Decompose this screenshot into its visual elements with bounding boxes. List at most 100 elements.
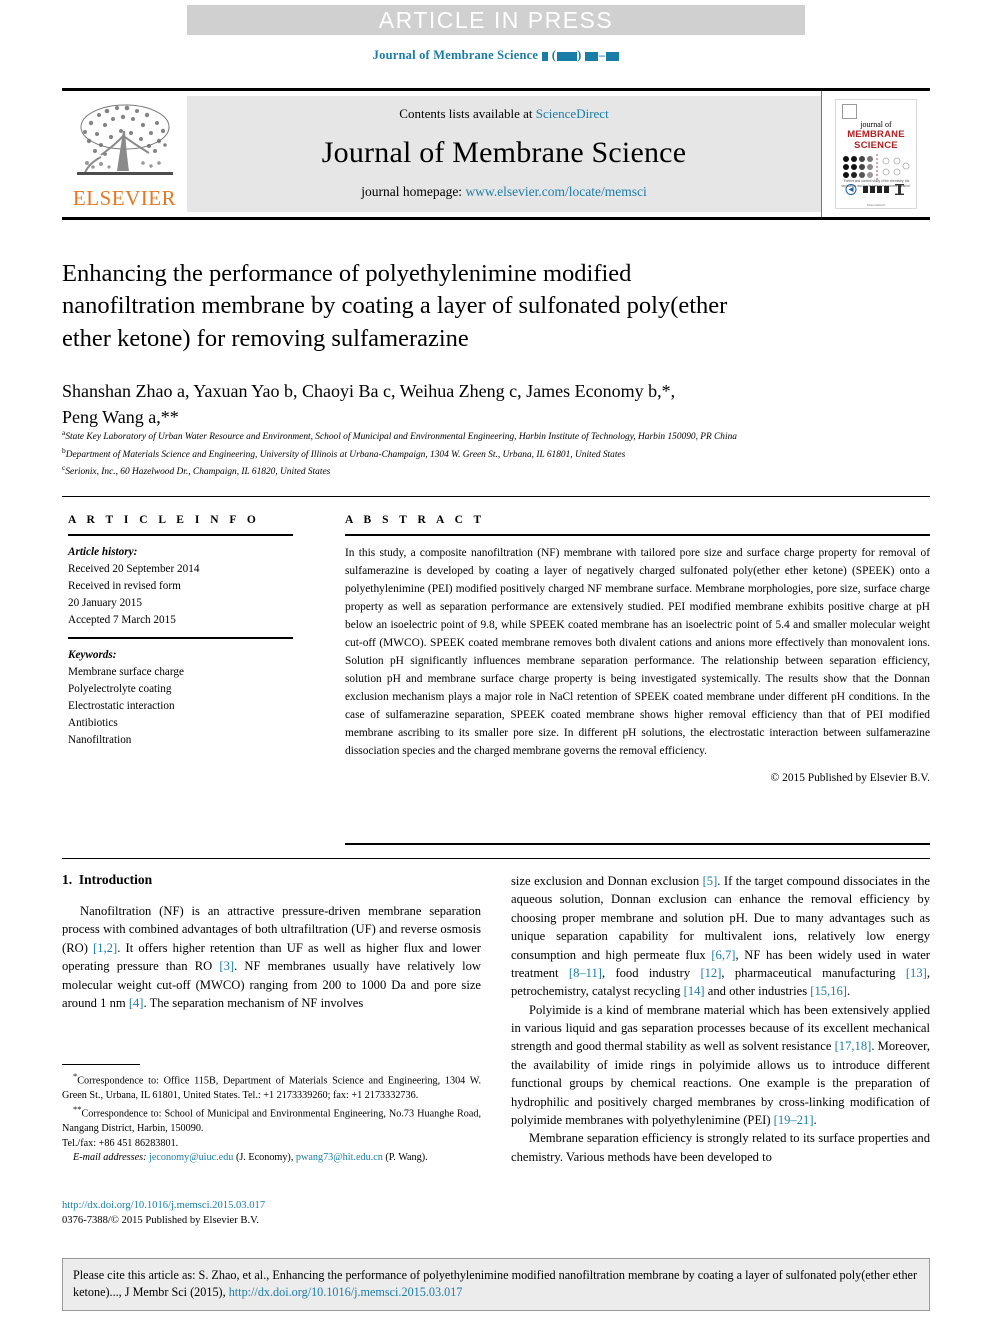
- cover-membrane-graphic: [841, 154, 911, 182]
- affiliation-item: cSerionix, Inc., 60 Hazelwood Dr., Champ…: [62, 462, 930, 480]
- keywords-block: Keywords: Membrane surface charge Polyel…: [68, 647, 293, 749]
- citation-ref[interactable]: [15,16]: [810, 984, 847, 998]
- citation-ref[interactable]: [4]: [129, 996, 144, 1010]
- keyword-item: Electrostatic interaction: [68, 700, 175, 713]
- running-head-volume-placeholder: () –: [541, 48, 619, 62]
- author-list: Shanshan Zhao a, Yaxuan Yao b, Chaoyi Ba…: [62, 378, 892, 430]
- please-cite-box: Please cite this article as: S. Zhao, et…: [62, 1258, 930, 1312]
- journal-running-head: Journal of Membrane Science () –: [0, 48, 992, 63]
- affiliation-item: bDepartment of Materials Science and Eng…: [62, 445, 930, 463]
- email-link-economy[interactable]: jeconomy@uiuc.edu: [149, 1152, 233, 1163]
- paragraph-text: .: [813, 1112, 817, 1127]
- affiliation-list: aState Key Laboratory of Urban Water Res…: [62, 427, 930, 480]
- cover-line-1: journal of: [860, 120, 892, 129]
- cover-icon-row: [836, 182, 916, 200]
- email-line: E-mail addresses: jeconomy@uiuc.edu (J. …: [62, 1151, 481, 1165]
- email-name-economy: (J. Economy),: [235, 1152, 294, 1164]
- citation-ref[interactable]: [17,18]: [835, 1039, 872, 1053]
- footnote-marker: **: [73, 1104, 82, 1115]
- cover-footer: ScienceDirect: [866, 203, 886, 207]
- article-info-heading: A R T I C L E I N F O: [68, 514, 260, 526]
- cover-line-2: MEMBRANE: [847, 129, 905, 140]
- footnote-item: **Correspondence to: School of Municipal…: [62, 1103, 481, 1136]
- body-column-left: 1. Introduction Nanofiltration (NF) is a…: [62, 872, 481, 1012]
- keywords-label: Keywords:: [68, 649, 117, 662]
- paragraph: Nanofiltration (NF) is an attractive pre…: [62, 902, 481, 1012]
- abstract-heading: A B S T R A C T: [345, 514, 486, 526]
- info-band-top-rule: [62, 496, 930, 497]
- contents-prefix: Contents lists available at: [399, 106, 533, 121]
- citation-ref[interactable]: [3]: [219, 959, 234, 973]
- article-history-item: Received in revised form: [68, 580, 181, 593]
- citation-ref[interactable]: [19–21]: [774, 1113, 814, 1127]
- article-in-press-banner: ARTICLE IN PRESS: [187, 5, 805, 35]
- section-heading-introduction: 1. Introduction: [62, 872, 481, 888]
- affiliation-item: aState Key Laboratory of Urban Water Res…: [62, 427, 930, 445]
- paragraph: size exclusion and Donnan exclusion [5].…: [511, 872, 930, 1001]
- abstract-copyright: © 2015 Published by Elsevier B.V.: [770, 772, 930, 785]
- sciencedirect-link[interactable]: ScienceDirect: [536, 106, 609, 121]
- elsevier-tree-icon: [71, 101, 179, 187]
- citation-ref[interactable]: [6,7]: [711, 948, 735, 962]
- email-label: E-mail addresses:: [73, 1152, 147, 1164]
- paragraph-text: and other industries: [704, 984, 811, 999]
- paragraph: Polyimide is a kind of membrane material…: [511, 1001, 930, 1130]
- abstract-rule: [345, 534, 930, 536]
- paragraph-text: .: [847, 984, 851, 999]
- email-name-wang: (P. Wang).: [385, 1152, 428, 1164]
- page-title: Enhancing the performance of polyethylen…: [62, 260, 728, 352]
- masthead-center-panel: Contents lists available at ScienceDirec…: [187, 96, 821, 212]
- abstract-text: In this study, a composite nanofiltratio…: [345, 547, 930, 758]
- doi-block: http://dx.doi.org/10.1016/j.memsci.2015.…: [62, 1198, 481, 1229]
- email-link-wang[interactable]: pwang73@hit.edu.cn: [296, 1152, 383, 1163]
- citation-ref[interactable]: [1,2]: [93, 941, 117, 955]
- abstract-column: A B S T R A C T In this study, a composi…: [345, 514, 930, 784]
- cover-elsevier-icon: [842, 104, 857, 119]
- homepage-prefix: journal homepage:: [361, 184, 463, 199]
- footnote-separator-rule: [62, 1064, 140, 1065]
- cover-line-3: SCIENCE: [854, 140, 898, 151]
- paragraph-text: size exclusion and Donnan exclusion: [511, 874, 703, 888]
- journal-masthead: ELSEVIER Contents lists available at Sci…: [62, 88, 930, 220]
- elsevier-wordmark: ELSEVIER: [72, 186, 177, 210]
- journal-homepage-link[interactable]: www.elsevier.com/locate/memsci: [465, 184, 646, 199]
- section-number: 1.: [62, 872, 73, 887]
- article-history-block: Article history: Received 20 September 2…: [68, 544, 293, 629]
- paragraph: Membrane separation efficiency is strong…: [511, 1131, 930, 1164]
- affiliation-text: Department of Materials Science and Engi…: [65, 449, 626, 460]
- abstract-bottom-rule: [345, 843, 930, 845]
- citation-ref[interactable]: [13]: [906, 966, 927, 980]
- keyword-item: Antibiotics: [68, 717, 118, 730]
- section-title: Introduction: [78, 872, 153, 887]
- cover-image: journal of MEMBRANE SCIENCE "Further and…: [835, 99, 917, 209]
- paragraph-text: , food industry: [601, 965, 701, 980]
- article-history-label: Article history:: [68, 546, 138, 558]
- info-band-bottom-rule: [62, 858, 930, 859]
- journal-homepage-line: journal homepage: www.elsevier.com/locat…: [361, 184, 647, 200]
- doi-link[interactable]: http://dx.doi.org/10.1016/j.memsci.2015.…: [62, 1200, 265, 1211]
- cite-doi-link[interactable]: http://dx.doi.org/10.1016/j.memsci.2015.…: [229, 1285, 463, 1299]
- cite-text: Please cite this article as: S. Zhao, et…: [73, 1268, 918, 1300]
- citation-ref[interactable]: [5]: [703, 874, 718, 888]
- keyword-item: Nanofiltration: [68, 734, 132, 747]
- article-history-item: 20 January 2015: [68, 597, 142, 610]
- running-head-journal: Journal of Membrane Science: [372, 48, 539, 62]
- author-line-1: Shanshan Zhao a, Yaxuan Yao b, Chaoyi Ba…: [62, 378, 892, 404]
- footnote-text: Correspondence to: Office 115B, Departme…: [62, 1075, 481, 1101]
- paragraph-text: , pharmaceutical manufacturing: [721, 965, 906, 980]
- citation-ref[interactable]: [14]: [684, 984, 705, 998]
- article-info-column: A R T I C L E I N F O Article history: R…: [68, 514, 293, 749]
- affiliation-text: Serionix, Inc., 60 Hazelwood Dr., Champa…: [65, 467, 331, 478]
- affiliation-text: State Key Laboratory of Urban Water Reso…: [65, 432, 737, 443]
- footnote-text: Correspondence to: School of Municipal a…: [62, 1108, 481, 1135]
- citation-ref[interactable]: [12]: [700, 966, 721, 980]
- article-history-item: Received 20 September 2014: [68, 563, 200, 576]
- issn-copyright-line: 0376-7388/© 2015 Published by Elsevier B…: [62, 1215, 260, 1227]
- article-history-item: Accepted 7 March 2015: [68, 614, 176, 627]
- body-column-right: size exclusion and Donnan exclusion [5].…: [511, 872, 930, 1166]
- keyword-item: Polyelectrolyte coating: [68, 683, 172, 696]
- keyword-item: Membrane surface charge: [68, 666, 184, 679]
- citation-ref[interactable]: [8–11]: [569, 966, 602, 980]
- footnote-tel: Tel./fax: +86 451 86283801.: [62, 1137, 179, 1149]
- paragraph-text: . The separation mechanism of NF involve…: [143, 995, 364, 1010]
